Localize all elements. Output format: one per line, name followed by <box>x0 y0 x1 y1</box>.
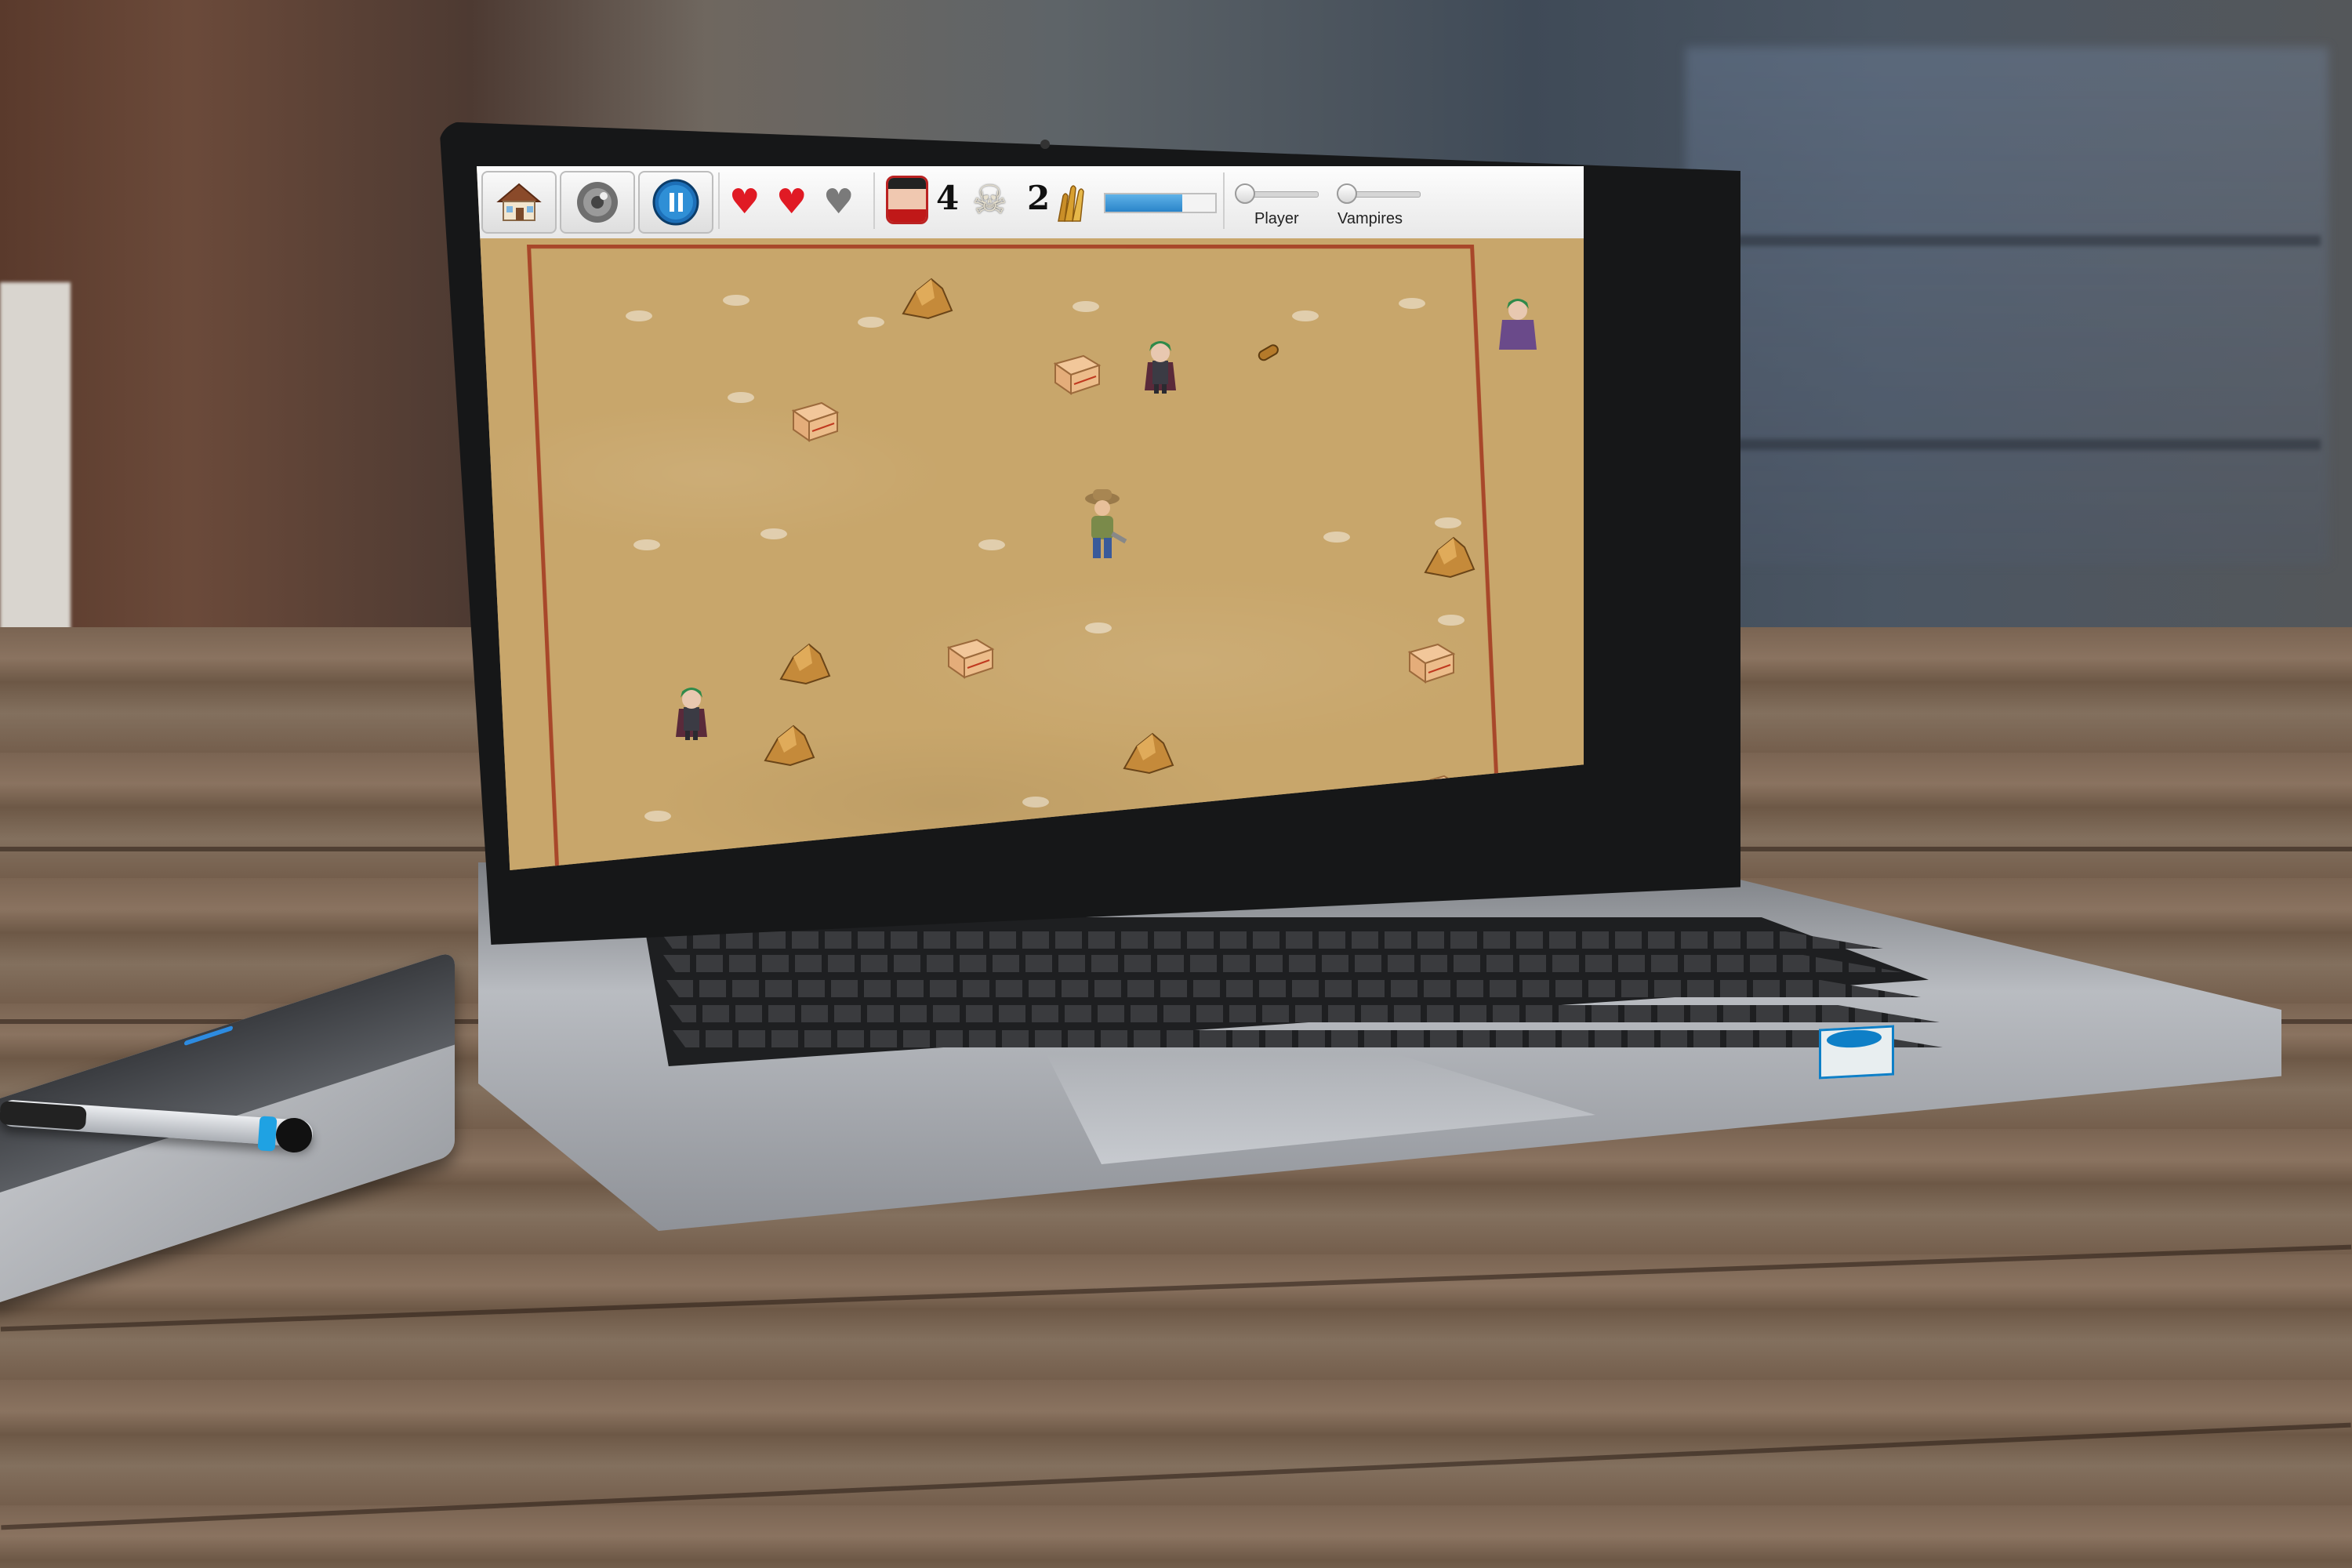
bones-decal <box>1399 298 1425 309</box>
bones-decal <box>1022 797 1049 808</box>
crate-obstacle <box>1406 641 1457 685</box>
home-button[interactable] <box>481 171 557 234</box>
rock-obstacle <box>762 721 817 768</box>
vampires-slider-knob[interactable] <box>1337 183 1357 204</box>
vampires-slider-label: Vampires <box>1338 210 1403 228</box>
sound-button[interactable] <box>560 171 635 234</box>
stylus-ring <box>257 1116 277 1151</box>
skull-crossbones-icon: ☠ <box>972 180 1007 220</box>
bones-decal <box>1438 615 1465 626</box>
reload-progress-fill <box>1105 194 1182 212</box>
rock-obstacle <box>900 274 955 321</box>
keyboard-row <box>666 980 1921 997</box>
kill-count: 2 <box>1027 179 1050 217</box>
bones-decal <box>1292 310 1319 321</box>
bones-decal <box>760 528 787 539</box>
toolbar-separator <box>718 172 720 229</box>
bones-decal <box>644 811 671 822</box>
rock-obstacle <box>1422 533 1477 580</box>
toolbar-separator <box>1223 172 1225 229</box>
ammo-pickup-icon <box>1254 340 1283 368</box>
bones-decal <box>1323 532 1350 543</box>
bones-decal <box>1073 301 1099 312</box>
home-icon <box>495 181 543 223</box>
background-shelves <box>1686 47 2328 564</box>
reload-progress-bar <box>1104 193 1217 213</box>
rock-obstacle <box>1121 729 1176 776</box>
crate-obstacle <box>1052 353 1102 397</box>
player-count: 4 <box>936 179 959 217</box>
player-slider-label: Player <box>1254 210 1299 228</box>
vampire-enemy <box>1499 293 1537 354</box>
toolbar-separator <box>873 172 875 229</box>
keyboard-row <box>673 1030 1943 1047</box>
life-heart-full-icon: ♥ <box>776 185 807 220</box>
keyboard-row <box>660 931 1883 949</box>
game-toolbar: ♥ ♥ ♥ 4 ☠ 2 Player Vampires <box>477 166 1584 240</box>
keyboard-row <box>670 1005 1940 1022</box>
game-window: ♥ ♥ ♥ 4 ☠ 2 Player Vampires <box>477 166 1584 870</box>
vampire-enemy <box>673 682 710 743</box>
pause-icon <box>651 177 701 227</box>
crate-obstacle <box>790 400 840 444</box>
webcam <box>1040 140 1050 149</box>
bones-decal <box>978 539 1005 550</box>
bullets-icon <box>1057 182 1088 223</box>
pause-button[interactable] <box>638 171 713 234</box>
background-shelf <box>1709 235 2321 246</box>
vampire-enemy <box>1142 336 1179 397</box>
background-shelf <box>1709 439 2321 450</box>
bones-decal <box>633 539 660 550</box>
bones-decal <box>723 295 750 306</box>
bones-decal <box>728 392 754 403</box>
speaker-icon <box>574 179 621 226</box>
arena-boundary <box>527 245 1503 870</box>
player-slider-knob[interactable] <box>1235 183 1255 204</box>
player-portrait-icon <box>886 176 928 224</box>
bones-decal <box>1085 622 1112 633</box>
rock-obstacle <box>778 640 833 687</box>
life-heart-full-icon: ♥ <box>729 185 760 220</box>
bones-decal <box>1435 517 1461 528</box>
crate-obstacle <box>946 637 996 681</box>
keyboard-row <box>663 955 1902 972</box>
game-arena[interactable] <box>477 238 1584 870</box>
bones-decal <box>626 310 652 321</box>
player-character <box>1082 488 1134 566</box>
background-window <box>0 282 71 643</box>
bones-decal <box>858 317 884 328</box>
life-heart-empty-icon: ♥ <box>823 185 854 220</box>
